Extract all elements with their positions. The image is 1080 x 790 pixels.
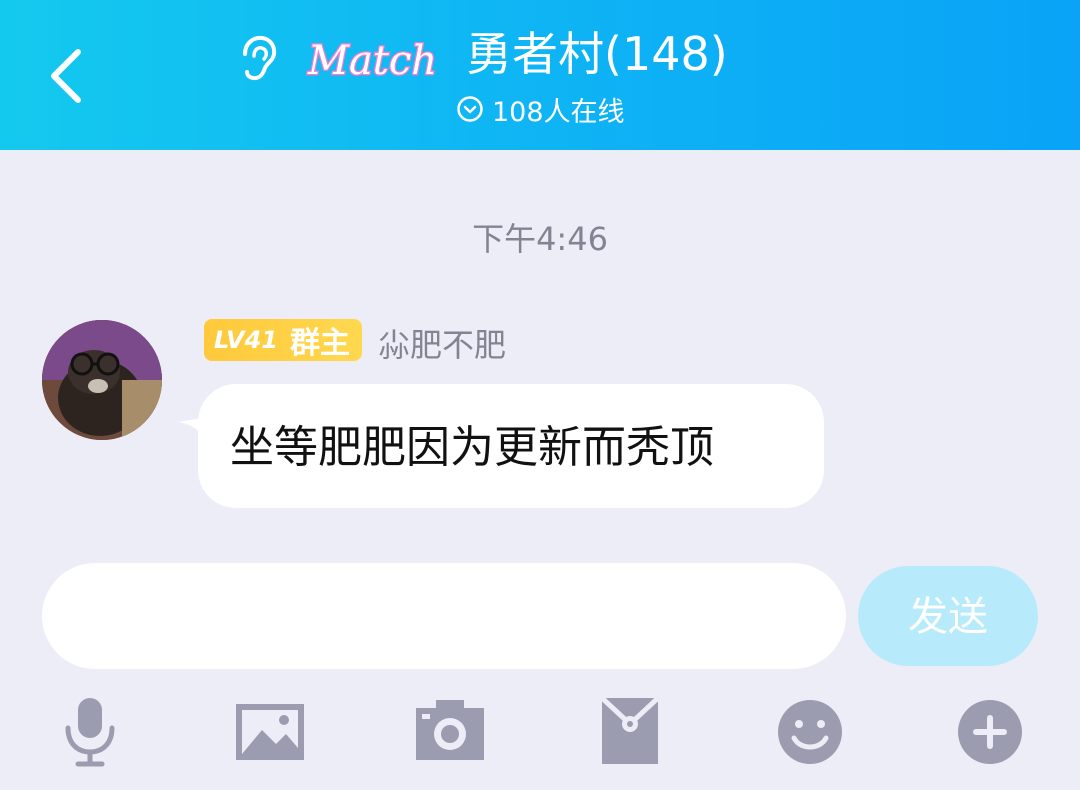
- group-title: 勇者村(148): [466, 27, 728, 81]
- level-badge: LV41: [214, 326, 278, 354]
- sender-name[interactable]: 尛肥不肥: [378, 320, 506, 366]
- match-logo: Match: [306, 37, 438, 86]
- member-badge: LV41 群主: [204, 319, 362, 361]
- emoji-icon[interactable]: [772, 694, 848, 770]
- plus-icon[interactable]: [952, 694, 1028, 770]
- chevron-left-icon[interactable]: [40, 40, 100, 110]
- online-count: 108人在线: [492, 96, 625, 128]
- check-circle-icon: [457, 96, 483, 122]
- microphone-icon[interactable]: [52, 694, 128, 770]
- online-status: 108人在线: [456, 92, 625, 128]
- image-icon[interactable]: [232, 694, 308, 770]
- avatar-image: [42, 320, 162, 440]
- message-input[interactable]: [42, 563, 846, 669]
- avatar[interactable]: [42, 320, 162, 440]
- message-text: 坐等肥肥因为更新而秃顶: [230, 422, 714, 473]
- chat-header: Match 勇者村(148) 108人在线: [0, 0, 1080, 150]
- ear-icon[interactable]: [236, 34, 280, 84]
- message-timestamp: 下午4:46: [472, 220, 608, 258]
- svg-text:Match: Match: [307, 38, 437, 84]
- red-packet-icon[interactable]: [592, 694, 668, 770]
- role-badge: 群主: [289, 326, 350, 361]
- camera-icon[interactable]: [412, 694, 488, 770]
- send-button[interactable]: 发送: [858, 566, 1038, 666]
